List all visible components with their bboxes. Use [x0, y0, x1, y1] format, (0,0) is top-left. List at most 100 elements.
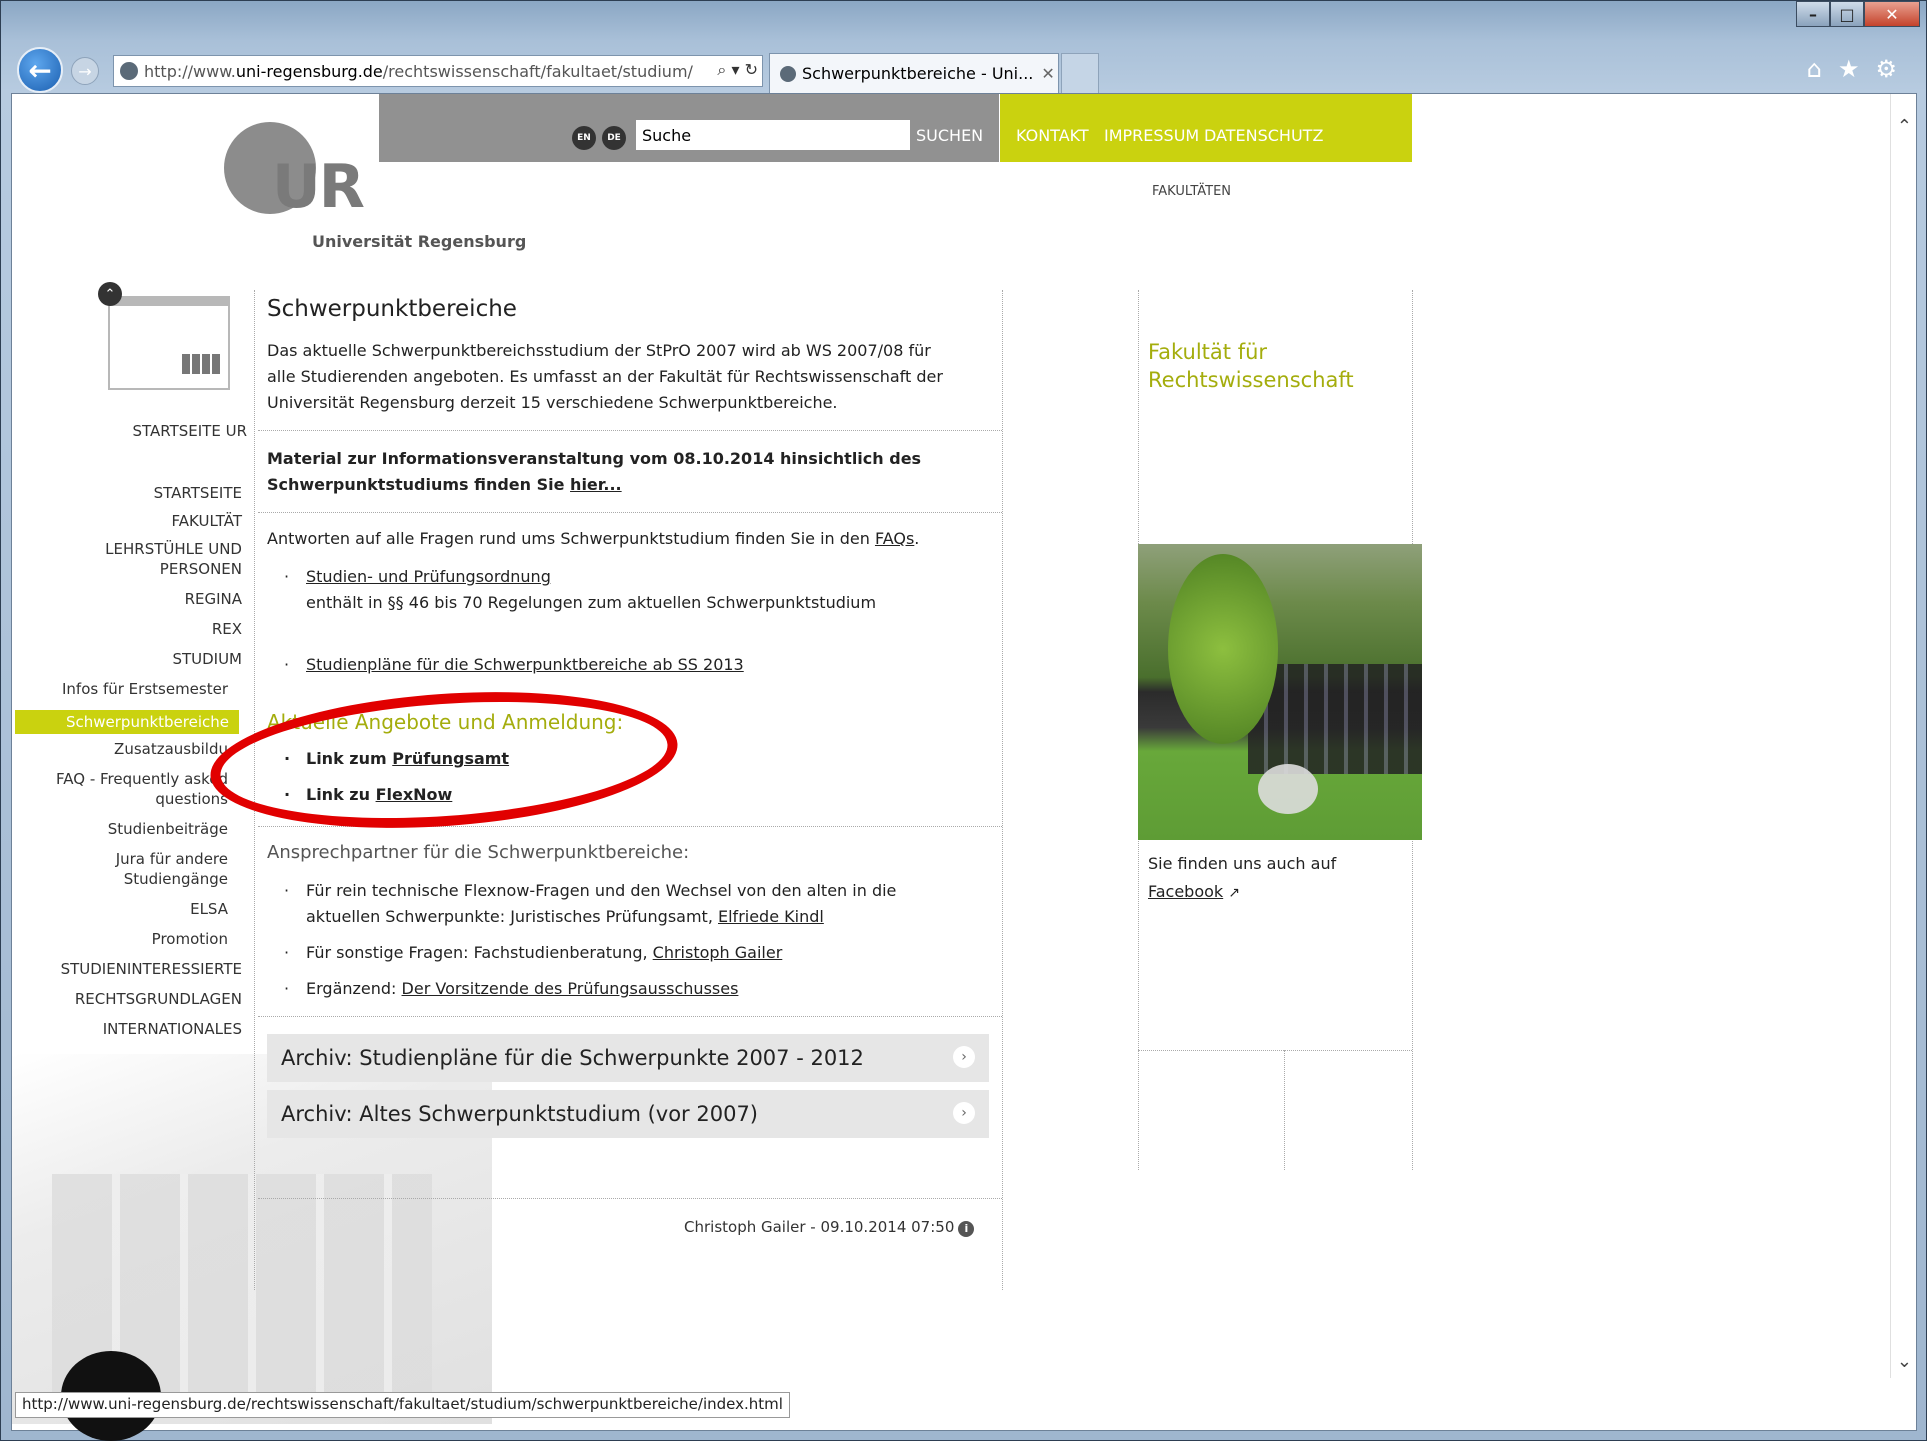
vertical-scrollbar[interactable]: ⌃ ⌄: [1890, 94, 1916, 1378]
material-line-2: Schwerpunktstudiums finden Sie hier...: [267, 472, 622, 498]
browser-navbar: ← → http://www. uni-regensburg.de/rechtsw…: [13, 45, 1913, 93]
nav-rechtsgrundlagen[interactable]: RECHTSGRUNDLAGEN: [12, 990, 242, 1008]
facebook-link[interactable]: Facebook: [1148, 882, 1223, 901]
nav-schwerpunktbereiche-active[interactable]: Schwerpunktbereiche: [15, 710, 239, 734]
nav-jura-andere-line2[interactable]: Studiengänge: [12, 870, 228, 888]
contact-3-text: Ergänzend:: [306, 979, 402, 998]
favorites-star-icon[interactable]: ★: [1838, 55, 1860, 83]
nav-studium[interactable]: STUDIUM: [12, 650, 242, 668]
startseite-ur-widget[interactable]: ⌃: [98, 282, 230, 390]
nav-studienbeitraege[interactable]: Studienbeiträge: [12, 820, 228, 838]
close-window-button[interactable]: ✕: [1864, 1, 1920, 27]
accordion-archiv-studienplaene[interactable]: Archiv: Studienpläne für die Schwerpunkt…: [267, 1034, 989, 1082]
divider: [258, 1016, 1002, 1017]
accordion-1-label: Archiv: Studienpläne für die Schwerpunkt…: [281, 1046, 864, 1070]
arrow-right-icon: →: [78, 61, 92, 81]
url-path: /rechtswissenschaft/fakultaet/studium/: [382, 61, 693, 81]
chevron-right-icon: ›: [953, 1102, 975, 1124]
nav-faq-line2[interactable]: questions: [12, 790, 228, 808]
bullet-dot: ·: [284, 567, 290, 586]
material-line-1: Material zur Informationsveranstaltung v…: [267, 449, 922, 468]
contact-1: · Für rein technische Flexnow-Fragen und …: [284, 878, 896, 904]
nav-kontakt[interactable]: KONTAKT: [1016, 126, 1089, 145]
intro-line-3: Universität Regensburg derzeit 15 versch…: [267, 393, 838, 412]
divider: [258, 430, 1002, 431]
home-icon[interactable]: ⌂: [1807, 55, 1822, 83]
tab-schwerpunktbereiche[interactable]: Schwerpunktbereiche - Uni... ✕: [769, 53, 1059, 93]
maximize-button[interactable]: □: [1830, 1, 1864, 27]
lang-de-button[interactable]: DE: [602, 126, 626, 150]
minimize-button[interactable]: –: [1796, 1, 1830, 27]
bullet-dot: ·: [284, 979, 290, 998]
scroll-up-icon[interactable]: ⌃: [1897, 116, 1912, 137]
widget-bar: [108, 296, 230, 306]
nav-faq[interactable]: FAQ - Frequently asked: [12, 770, 228, 788]
nav-rex[interactable]: REX: [12, 620, 242, 638]
nav-lehrstuehle-line2[interactable]: PERSONEN: [12, 560, 242, 578]
bullet-pruefungsordnung-text: enthält in §§ 46 bis 70 Regelungen zum a…: [306, 593, 877, 612]
pruefungsordnung-link[interactable]: Studien- und Prüfungsordnung: [306, 567, 551, 586]
new-tab-button[interactable]: [1061, 53, 1099, 93]
nav-zusatzausbildung[interactable]: Zusatzausbildu: [12, 740, 228, 758]
bullet-pruefungsordnung: · Studien- und Prüfungsordnung: [284, 564, 551, 590]
nav-internationales[interactable]: INTERNATIONALES: [12, 1020, 242, 1038]
elfriede-kindl-link[interactable]: Elfriede Kindl: [718, 907, 824, 926]
back-button[interactable]: ←: [17, 47, 63, 93]
nav-studieninteressierte[interactable]: STUDIENINTERESSIERTE: [12, 960, 242, 978]
nav-infos-erstsemester[interactable]: Infos für Erstsemester: [12, 680, 228, 698]
university-logo[interactable]: UR: [224, 122, 365, 232]
page-viewport: UR Universität Regensburg EN DE SUCHEN K…: [11, 93, 1917, 1431]
intro-line-1: Das aktuelle Schwerpunktbereichsstudium …: [267, 341, 931, 360]
tab-close-icon[interactable]: ✕: [1041, 64, 1054, 83]
nav-elsa[interactable]: ELSA: [12, 900, 228, 918]
status-bar-url: http://www.uni-regensburg.de/rechtswisse…: [15, 1392, 790, 1418]
facebook-box: Sie finden uns auch auf Facebook ↗: [1148, 850, 1336, 907]
contact-2-text: Für sonstige Fragen: Fachstudienberatung…: [306, 943, 653, 962]
contact-2: · Für sonstige Fragen: Fachstudienberatun…: [284, 940, 782, 966]
christoph-gailer-link[interactable]: Christoph Gailer: [653, 943, 783, 962]
nav-impressum[interactable]: IMPRESSUM: [1104, 126, 1199, 145]
collapse-up-icon[interactable]: ⌃: [98, 282, 122, 306]
accordion-2-label: Archiv: Altes Schwerpunktstudium (vor 20…: [281, 1102, 758, 1126]
search-input[interactable]: [636, 120, 910, 150]
vorsitzender-link[interactable]: Der Vorsitzende des Prüfungsausschusses: [402, 979, 739, 998]
contact-1-text: Für rein technische Flexnow-Fragen und d…: [306, 881, 897, 900]
settings-gear-icon[interactable]: ⚙: [1875, 55, 1897, 83]
page-footer-note: Christoph Gailer - 09.10.2014 07:50 i: [684, 1218, 975, 1237]
external-link-icon: ↗: [1228, 885, 1241, 901]
campus-photo: [1138, 544, 1422, 840]
contact-1-line2: aktuellen Schwerpunkte: Juristisches Prü…: [306, 904, 824, 930]
address-bar[interactable]: http://www. uni-regensburg.de/rechtswisse…: [113, 55, 763, 87]
divider: [258, 512, 1002, 513]
lang-en-button[interactable]: EN: [572, 126, 596, 150]
nav-regina[interactable]: REGINA: [12, 590, 242, 608]
info-icon[interactable]: i: [958, 1221, 975, 1237]
contact-1-text2: aktuellen Schwerpunkte: Juristisches Prü…: [306, 907, 718, 926]
page-title: Schwerpunktbereiche: [267, 296, 517, 322]
nav-jura-andere[interactable]: Jura für andere: [12, 850, 228, 868]
studienplaene-link[interactable]: Studienpläne für die Schwerpunktbereiche…: [306, 655, 744, 674]
bullet-studienplaene: · Studienpläne für die Schwerpunktbereich…: [284, 652, 744, 678]
nav-promotion[interactable]: Promotion: [12, 930, 228, 948]
chevron-right-icon: ›: [953, 1046, 975, 1068]
accordion-archiv-altes[interactable]: Archiv: Altes Schwerpunktstudium (vor 20…: [267, 1090, 989, 1138]
logo-text: UR: [272, 152, 365, 222]
nav-lehrstuehle[interactable]: LEHRSTÜHLE UND: [12, 540, 242, 558]
address-tools-icon[interactable]: ⌕ ▾ ↻: [713, 60, 758, 80]
annotation-ellipse: [205, 677, 683, 843]
site-favicon-icon: [120, 62, 138, 80]
material-hier-link[interactable]: hier...: [570, 475, 622, 494]
faq-link[interactable]: FAQs: [875, 529, 914, 548]
contact-3: · Ergänzend: Der Vorsitzende des Prüfungs…: [284, 976, 738, 1002]
tab-favicon-icon: [780, 65, 796, 82]
faculties-link[interactable]: FAKULTÄTEN: [1152, 184, 1231, 199]
bullet-dot: ·: [284, 655, 290, 674]
search-button[interactable]: SUCHEN: [916, 126, 983, 145]
nav-startseite-ur[interactable]: STARTSEITE UR: [122, 422, 247, 440]
divider: [1138, 1050, 1412, 1051]
nav-startseite[interactable]: STARTSEITE: [12, 484, 242, 502]
forward-button[interactable]: →: [71, 57, 99, 85]
nav-fakultaet[interactable]: FAKULTÄT: [12, 512, 242, 530]
scroll-down-icon[interactable]: ⌄: [1897, 1351, 1912, 1372]
nav-datenschutz[interactable]: DATENSCHUTZ: [1204, 126, 1323, 145]
